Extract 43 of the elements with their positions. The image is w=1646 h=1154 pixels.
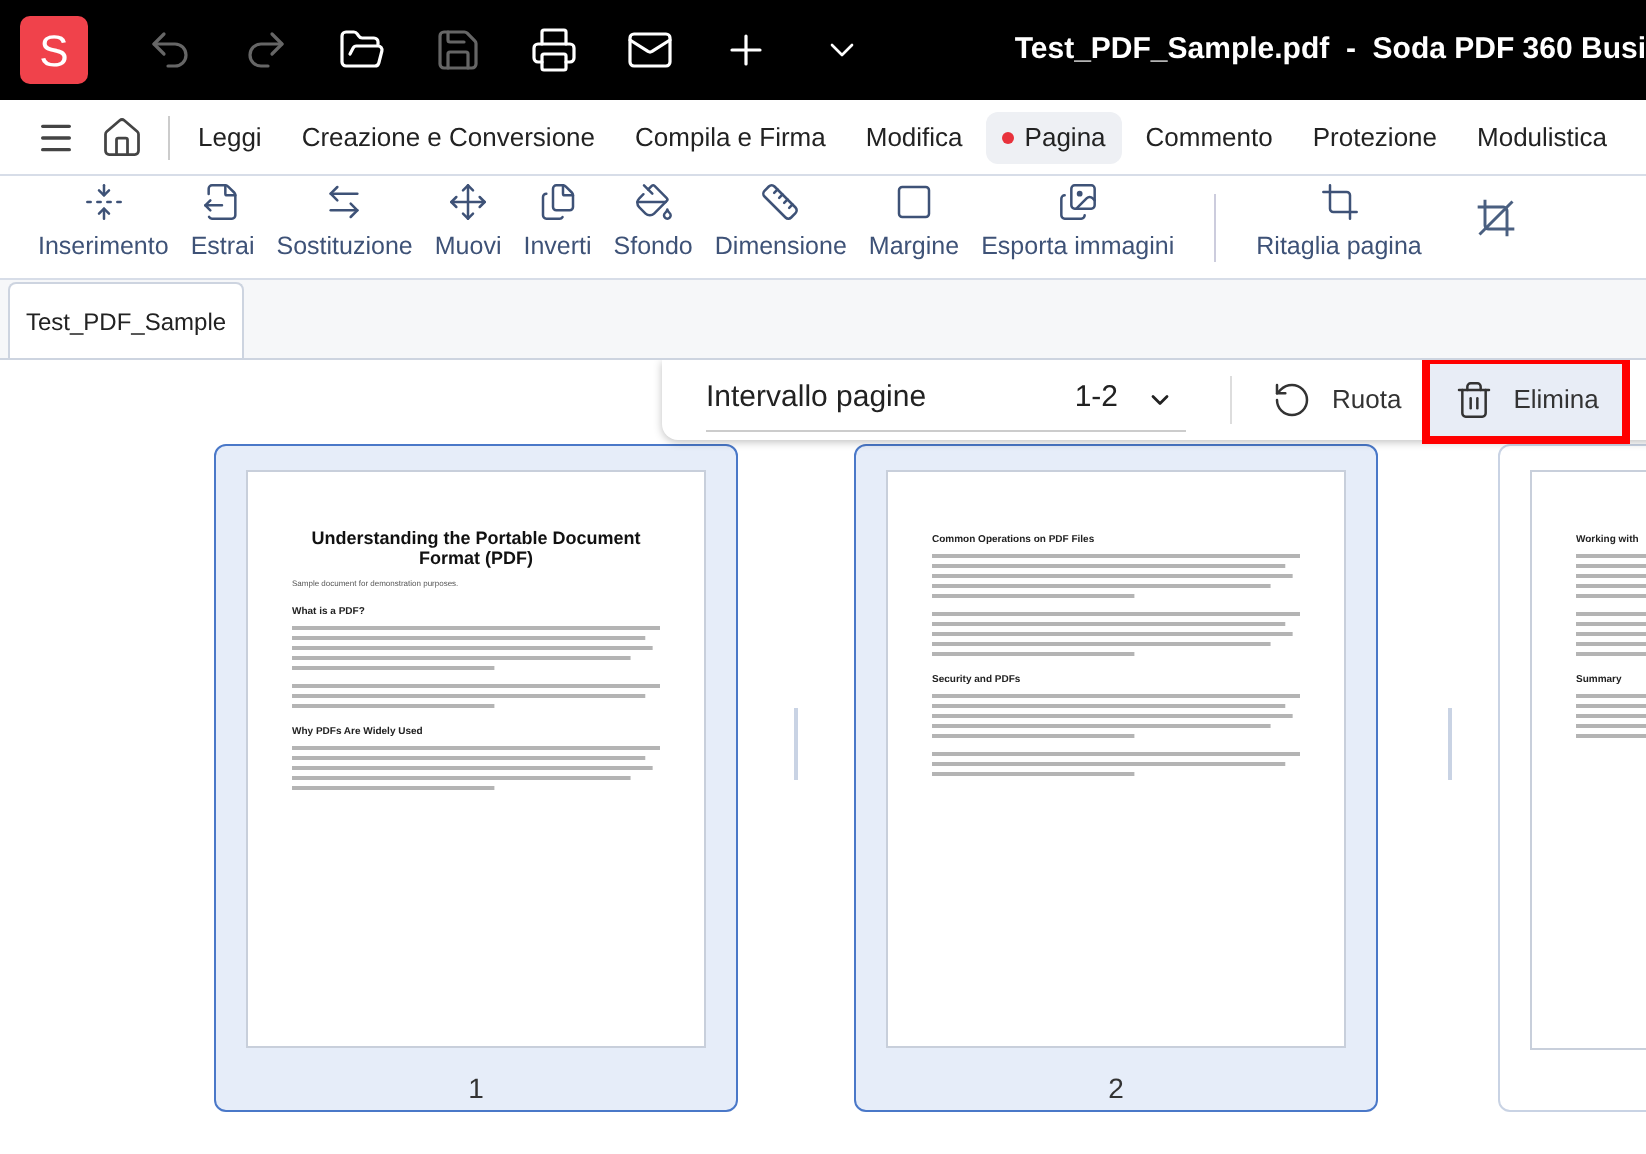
images-icon [1057,182,1098,223]
insert-icon [83,182,124,223]
menu-tab[interactable]: Compila e Firma [619,111,842,163]
toolbar-button[interactable]: Sfondo [603,182,703,266]
toolbar-button[interactable]: Inserimento [28,182,179,266]
page-number: 2 [1108,1070,1124,1108]
arrows-icon [324,182,365,223]
toolbar-button[interactable]: Esporta immagini [971,182,1185,266]
files-icon [537,182,578,223]
paint-bucket-icon [633,182,674,223]
toolbar-button[interactable]: Estrai [180,182,265,266]
insertion-marker[interactable] [1448,708,1452,780]
home-icon[interactable] [100,115,144,159]
menu-tab[interactable]: Creazione e Conversione [285,111,612,163]
menu-tab[interactable]: Protezione [1296,111,1454,163]
toolbar-button[interactable]: Dimensione [704,182,857,266]
insertion-marker[interactable] [794,708,798,780]
toolbar-button[interactable]: Margine [858,182,970,266]
move-icon [448,182,489,223]
file-export-icon [202,182,243,223]
menu-tab[interactable]: Leggi [182,111,278,163]
app-logo[interactable]: S [20,16,88,84]
ruler-icon [760,182,801,223]
page-range-dropdown[interactable]: Intervallo pagine 1-2 [706,368,1186,432]
menu-tab[interactable]: Pagina [986,111,1122,163]
window-title: Test_PDF_Sample.pdf - Soda PDF 360 Busi [1014,29,1646,70]
rotate-icon [1272,380,1312,420]
menu-tab[interactable]: Modifica [849,111,979,163]
crop-off-icon[interactable] [1473,196,1518,240]
square-icon [893,182,934,223]
menu-tab[interactable]: Modulistica [1461,111,1624,163]
rotate-button[interactable]: Ruota [1256,364,1418,436]
trash-icon [1453,380,1494,420]
crop-icon [1319,182,1359,223]
toolbar-button[interactable]: Sostituzione [266,182,423,266]
delete-button[interactable]: Elimina [1429,364,1623,436]
page-number: 1 [468,1070,484,1108]
document-title: Understanding the Portable Document Format (PDF) [309,528,643,568]
toolbar-button[interactable]: Ritaglia pagina [1246,182,1432,266]
document-tab[interactable]: Test_PDF_Sample [8,282,245,358]
toolbar-button[interactable]: Muovi [424,182,512,266]
toolbar-button[interactable]: Inverti [513,182,602,266]
menu-tab[interactable]: Commento [1129,111,1289,163]
